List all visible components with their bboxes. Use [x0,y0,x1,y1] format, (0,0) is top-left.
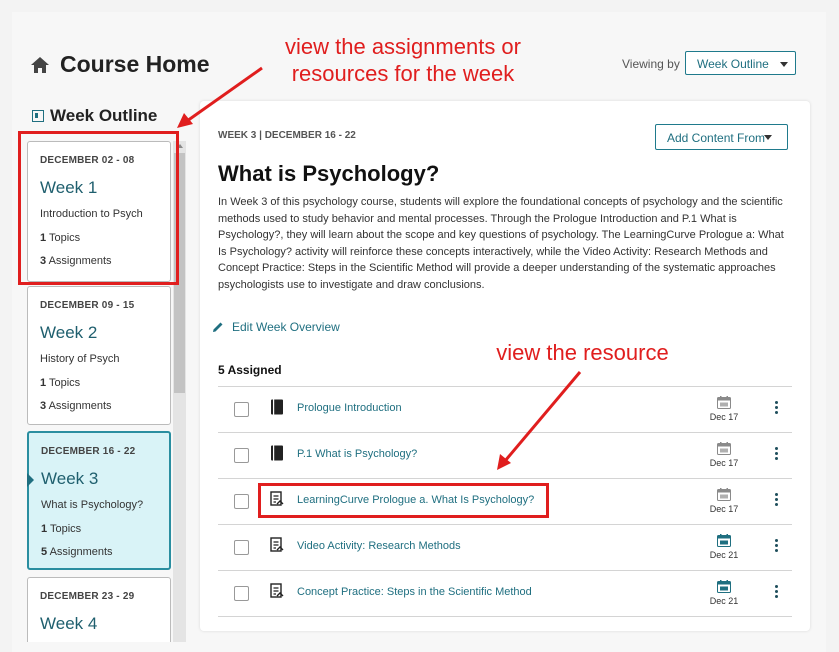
more-options-icon[interactable] [775,539,779,553]
assignment-link[interactable]: Concept Practice: Steps in the Scientifi… [297,586,532,598]
row-checkbox[interactable] [234,402,249,417]
viewing-by-label: Viewing by [622,57,680,71]
more-options-icon[interactable] [775,585,779,599]
row-checkbox[interactable] [234,448,249,463]
calendar-icon [717,534,731,547]
week-description: In Week 3 of this psychology course, stu… [218,196,784,291]
book-icon [271,445,283,461]
page-title: Course Home [60,51,210,77]
assignment-row: P.1 What is Psychology? Dec 17 [218,432,792,478]
due-date: Dec 17 [709,458,739,468]
assignment-link[interactable]: P.1 What is Psychology? [297,448,417,460]
due-date: Dec 21 [709,550,739,560]
week-title: Week 4 [40,614,98,633]
home-icon[interactable] [30,55,50,75]
more-options-icon[interactable] [775,401,779,415]
row-checkbox[interactable] [234,494,249,509]
week-date-label: WEEK 3 | DECEMBER 16 - 22 [218,130,356,141]
week-date: DECEMBER 09 - 15 [40,300,135,311]
calendar-icon [717,442,731,455]
assignment-icon [270,583,284,598]
assignment-link[interactable]: Prologue Introduction [297,402,402,414]
assignment-row: Video Activity: Research Methods Dec 21 [218,524,792,570]
pencil-icon [213,322,223,332]
due-date: Dec 17 [709,412,739,422]
add-content-label: Add Content From [667,131,766,145]
week-content-panel: WEEK 3 | DECEMBER 16 - 22 Add Content Fr… [200,101,810,631]
row-checkbox[interactable] [234,586,249,601]
week-subtitle: What is Psychology? [41,499,144,511]
annotation-box-week1 [18,131,179,285]
viewing-by-value: Week Outline [697,57,769,71]
week-card-2[interactable]: DECEMBER 09 - 15 Week 2 History of Psych… [27,286,171,425]
chevron-down-icon [764,135,772,140]
week-date: DECEMBER 16 - 22 [41,446,136,457]
assignment-row: Prologue Introduction Dec 17 [218,386,792,432]
week-outline-heading: Week Outline [32,106,157,126]
week-card-4[interactable]: DECEMBER 23 - 29 Week 4 [27,577,171,642]
week-card-3[interactable]: DECEMBER 16 - 22 Week 3 What is Psycholo… [27,431,171,570]
week-title: Week 3 [41,469,99,488]
week-topics: 1 Topics [41,523,82,535]
week-subtitle: History of Psych [40,353,120,365]
week-outline-label: Week Outline [50,106,158,125]
chevron-down-icon [780,62,788,67]
calendar-icon [717,488,731,501]
row-checkbox[interactable] [234,540,249,555]
viewing-by-select[interactable]: Week Outline [685,51,796,75]
add-content-button[interactable]: Add Content From [655,124,788,150]
due-date: Dec 21 [709,596,739,606]
outline-icon [32,110,44,122]
more-options-icon[interactable] [775,493,779,507]
week-title: Week 2 [40,323,98,342]
edit-week-overview-label: Edit Week Overview [232,320,340,334]
calendar-icon [717,580,731,593]
assignment-link[interactable]: Video Activity: Research Methods [297,540,461,552]
current-week-marker-icon [27,473,34,487]
annotation-resource: view the resource [496,340,669,365]
assignment-icon [270,537,284,552]
week-title-heading: What is Psychology? [218,161,440,186]
due-date: Dec 17 [709,504,739,514]
week-date: DECEMBER 23 - 29 [40,591,135,602]
edit-week-overview-link[interactable]: Edit Week Overview [213,320,340,334]
calendar-icon [717,396,731,409]
assigned-count-heading: 5 Assigned [218,363,282,377]
week-assignments: 3 Assignments [40,400,112,412]
annotation-top: view the assignments or resources for th… [285,34,521,86]
more-options-icon[interactable] [775,447,779,461]
book-icon [271,399,283,415]
assignment-row: Concept Practice: Steps in the Scientifi… [218,570,792,617]
week-topics: 1 Topics [40,377,81,389]
annotation-box-resource [258,483,549,518]
week-assignments: 5 Assignments [41,546,113,558]
